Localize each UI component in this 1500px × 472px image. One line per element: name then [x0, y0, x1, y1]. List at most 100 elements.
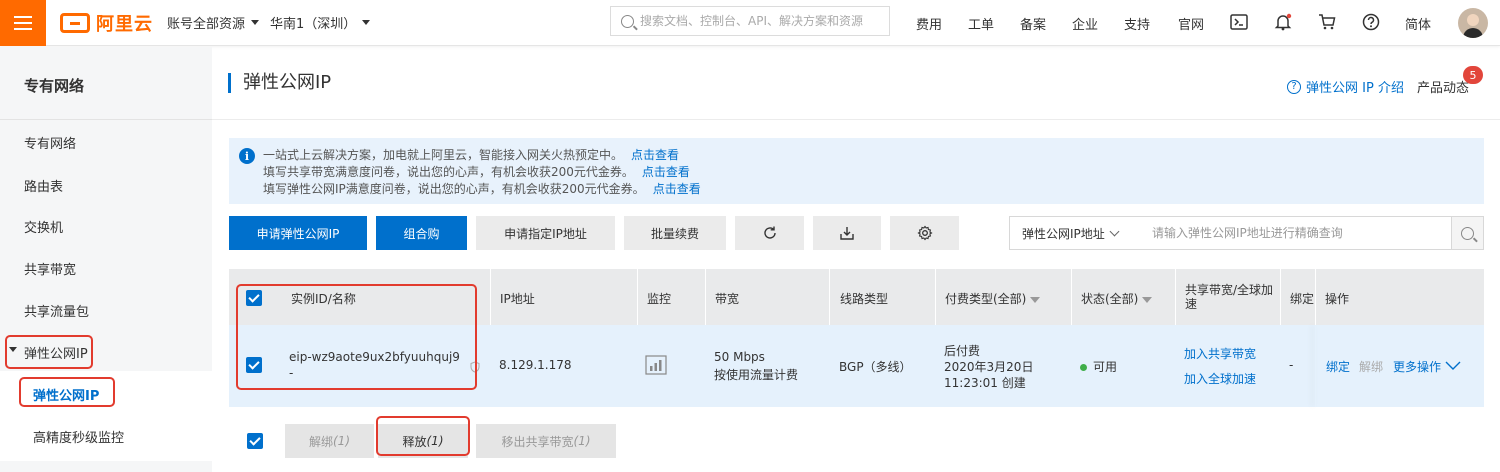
- sidebar-item-vpc[interactable]: 专有网络: [24, 133, 76, 152]
- status-label: 可用: [1093, 360, 1118, 374]
- column-divider: [1315, 269, 1316, 325]
- ops-column-shadow: [1315, 325, 1316, 407]
- nav-link-enterprise[interactable]: 企业: [1072, 14, 1098, 33]
- col-header-bandwidth: 带宽: [715, 292, 740, 306]
- join-shared-bandwidth-link[interactable]: 加入共享带宽: [1184, 345, 1256, 362]
- aliyun-logo-icon: [60, 13, 90, 33]
- bind-link[interactable]: 绑定: [1326, 358, 1350, 375]
- eip-search-input[interactable]: [1138, 216, 1452, 250]
- sidebar-divider: [0, 119, 212, 120]
- bulk-unbind-button: 解绑 (1): [285, 424, 374, 458]
- batch-renew-button[interactable]: 批量续费: [624, 216, 726, 250]
- cart-icon[interactable]: [1316, 11, 1338, 33]
- billing-date: 2020年3月20日: [944, 360, 1034, 374]
- filter-icon[interactable]: [1142, 296, 1153, 303]
- notification-badge: 5: [1463, 66, 1483, 84]
- account-label: 账号全部资源: [167, 17, 246, 32]
- notice-line: 填写弹性公网IP满意度问卷，说出您的心声，有机会收获200元代金券。 点击查看: [263, 180, 701, 197]
- bulk-select-checkbox[interactable]: [247, 433, 263, 449]
- more-actions-link[interactable]: 更多操作: [1393, 358, 1441, 375]
- refresh-icon: [763, 226, 776, 239]
- filter-search-button[interactable]: [1451, 216, 1484, 250]
- nav-link-fees[interactable]: 费用: [916, 14, 942, 33]
- user-avatar[interactable]: [1458, 8, 1488, 38]
- help-icon[interactable]: [1360, 11, 1382, 33]
- notice-link[interactable]: 点击查看: [642, 165, 690, 179]
- product-news-link[interactable]: 产品动态: [1417, 77, 1469, 96]
- bulk-remove-shared-bw-button: 移出共享带宽 (1): [476, 424, 616, 458]
- language-switch[interactable]: 简体: [1405, 14, 1431, 33]
- notice-link[interactable]: 点击查看: [653, 182, 701, 196]
- bandwidth-billing: 按使用流量计费: [714, 368, 799, 382]
- billing-time: 11:23:01 创建: [944, 376, 1026, 390]
- billing-type: 后付费: [944, 344, 981, 358]
- col-header-status-label: 状态(全部): [1081, 292, 1139, 306]
- monitor-chart-icon[interactable]: [645, 355, 667, 375]
- global-search-input[interactable]: [640, 14, 880, 28]
- column-divider: [829, 269, 830, 325]
- question-circle-icon: ?: [1287, 79, 1301, 94]
- line-type: BGP（多线）: [839, 360, 912, 374]
- col-header-shared-bw: 共享带宽/全球加速: [1185, 283, 1274, 311]
- account-selector[interactable]: 账号全部资源: [167, 13, 260, 32]
- highlight-box-release: [376, 416, 470, 456]
- col-header-billing[interactable]: 付费类型(全部): [945, 290, 1041, 307]
- column-divider: [490, 269, 491, 325]
- nav-link-official-site[interactable]: 官网: [1178, 14, 1204, 33]
- notice-text: 填写共享带宽满意度问卷，说出您的心声，有机会收获200元代金券。: [263, 165, 634, 179]
- col-header-ip: IP地址: [500, 292, 535, 306]
- notice-line: 填写共享带宽满意度问卷，说出您的心声，有机会收获200元代金券。 点击查看: [263, 163, 690, 180]
- header-divider: [212, 119, 1500, 120]
- bulk-unbind-label: 解绑: [308, 434, 333, 449]
- combo-buy-button[interactable]: 组合购: [376, 216, 467, 250]
- join-global-accel-link[interactable]: 加入全球加速: [1184, 370, 1256, 387]
- column-divider: [705, 269, 706, 325]
- sidebar-subitem-monitoring[interactable]: 高精度秒级监控: [33, 427, 124, 446]
- nav-link-support[interactable]: 支持: [1124, 14, 1150, 33]
- hamburger-menu-icon[interactable]: [0, 0, 46, 46]
- apply-eip-button[interactable]: 申请弹性公网IP: [229, 216, 367, 250]
- column-divider: [637, 269, 638, 325]
- notice-text: 一站式上云解决方案，加电就上阿里云，智能接入网关火热预定中。: [263, 148, 624, 162]
- chevron-down-icon: [1109, 226, 1120, 236]
- terminal-icon[interactable]: [1228, 11, 1250, 33]
- eip-intro-link[interactable]: ? 弹性公网 IP 介绍: [1287, 77, 1404, 96]
- column-divider: [1175, 269, 1176, 325]
- nav-link-tickets[interactable]: 工单: [968, 14, 994, 33]
- nav-link-icp[interactable]: 备案: [1020, 14, 1046, 33]
- export-button[interactable]: [813, 216, 881, 250]
- eip-intro-label: 弹性公网 IP 介绍: [1306, 81, 1404, 96]
- caret-down-icon: [251, 20, 260, 25]
- refresh-button[interactable]: [735, 216, 804, 250]
- highlight-box-instance: [236, 284, 477, 390]
- filter-icon[interactable]: [1030, 296, 1041, 303]
- notice-link[interactable]: 点击查看: [631, 148, 679, 162]
- bandwidth-value: 50 Mbps: [714, 350, 765, 364]
- chevron-down-icon[interactable]: [1445, 361, 1461, 371]
- sidebar-item-route-table[interactable]: 路由表: [24, 176, 63, 195]
- notice-banner: i 一站式上云解决方案，加电就上阿里云，智能接入网关火热预定中。 点击查看 填写共…: [229, 138, 1484, 204]
- region-label: 华南1（深圳）: [270, 17, 357, 32]
- ip-address: 8.129.1.178: [499, 358, 572, 372]
- sidebar-item-shared-data-plan[interactable]: 共享流量包: [24, 301, 89, 320]
- highlight-box-eip-subitem: [19, 377, 115, 407]
- sidebar-item-shared-bandwidth[interactable]: 共享带宽: [24, 259, 76, 278]
- sidebar-title: 专有网络: [24, 77, 85, 95]
- sidebar-item-vswitch[interactable]: 交换机: [24, 217, 63, 236]
- filter-field-select[interactable]: 弹性公网IP地址: [1009, 216, 1139, 250]
- col-header-monitor: 监控: [647, 292, 672, 306]
- settings-button[interactable]: [890, 216, 959, 250]
- filter-field-label: 弹性公网IP地址: [1022, 226, 1105, 241]
- bell-icon[interactable]: [1272, 11, 1294, 33]
- highlight-box-eip-group: [5, 335, 93, 369]
- aliyun-logo[interactable]: 阿里云: [60, 11, 153, 35]
- global-search: [610, 6, 890, 36]
- info-icon: i: [239, 148, 255, 164]
- apply-specific-ip-button[interactable]: 申请指定IP地址: [476, 216, 615, 250]
- region-selector[interactable]: 华南1（深圳）: [270, 13, 371, 32]
- column-divider: [1071, 269, 1072, 325]
- unbind-link: 解绑: [1359, 360, 1384, 374]
- bulk-remove-shared-label: 移出共享带宽: [501, 434, 574, 449]
- search-icon: [621, 14, 634, 28]
- col-header-status[interactable]: 状态(全部): [1081, 290, 1153, 307]
